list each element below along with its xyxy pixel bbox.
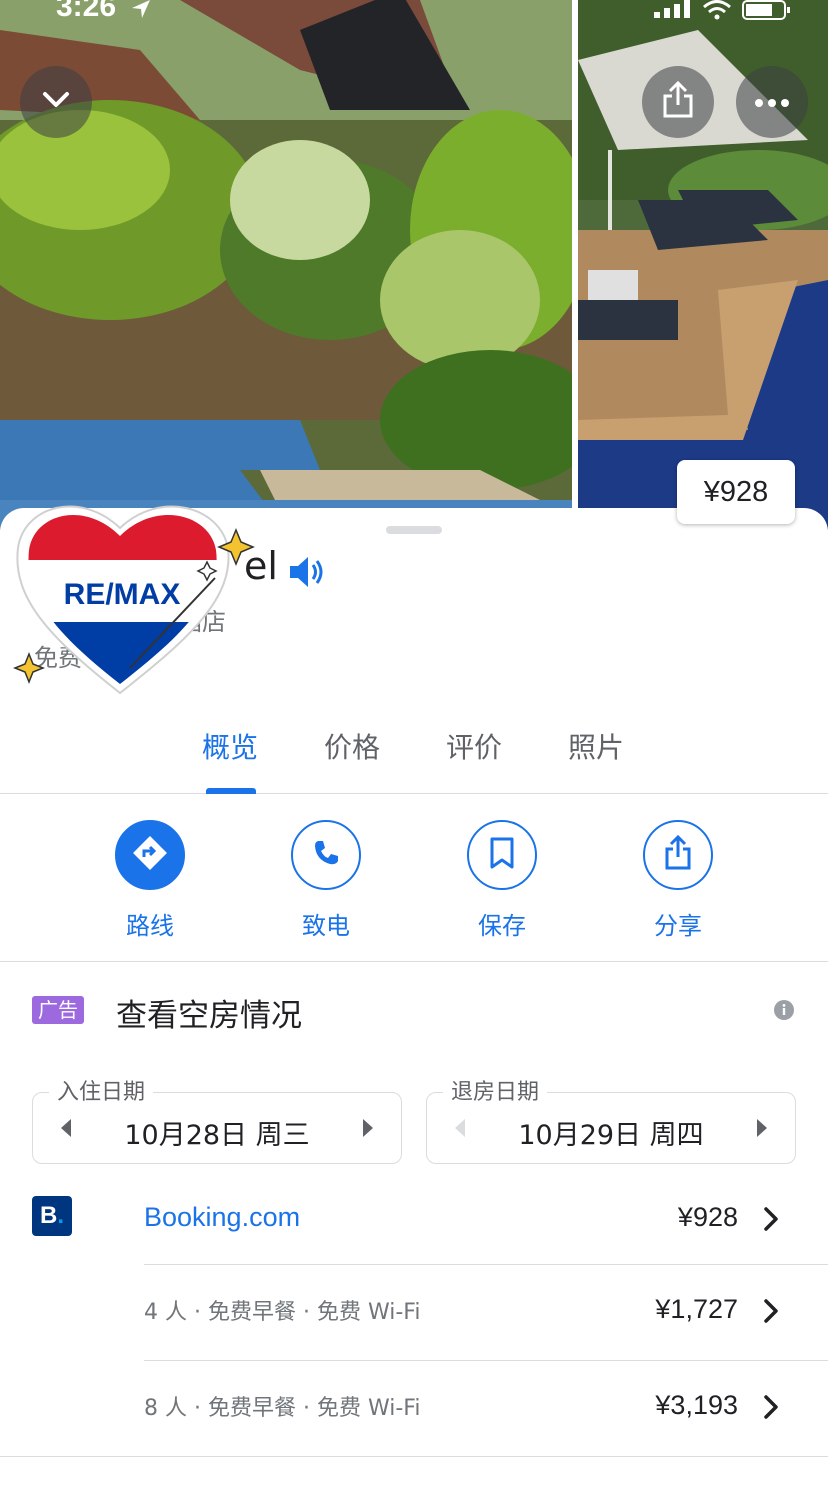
share-photo-button[interactable] <box>642 66 714 138</box>
save-label: 保存 <box>478 912 526 940</box>
checkin-next-arrow-icon[interactable] <box>363 1119 373 1137</box>
checkout-label: 退房日期 <box>443 1074 548 1106</box>
collapse-button[interactable] <box>20 66 92 138</box>
more-options-button[interactable] <box>736 66 808 138</box>
status-bar: 3:26 <box>0 0 828 30</box>
status-icons <box>654 0 792 24</box>
directions-circle[interactable] <box>115 820 185 890</box>
more-dots-icon <box>754 93 790 112</box>
chevron-right-icon <box>762 1206 780 1236</box>
photo-gallery[interactable]: 3:26 ¥928 <box>0 0 828 530</box>
place-tabs: 概览 价格 评价 照片 <box>0 700 828 794</box>
checkout-date-field[interactable]: 退房日期 10月29日 周四 <box>426 1074 796 1164</box>
call-circle[interactable] <box>291 820 361 890</box>
wifi-icon <box>702 0 732 24</box>
checkin-label: 入住日期 <box>49 1074 154 1106</box>
tab-photos[interactable]: 照片 <box>568 726 624 766</box>
offer-description: 4 人 · 免费早餐 · 免费 Wi-Fi <box>144 1300 421 1325</box>
offer-row[interactable]: Booking.com ¥928 <box>144 1202 828 1265</box>
signal-icon <box>654 0 692 22</box>
share-icon <box>663 834 693 875</box>
save-circle[interactable] <box>467 820 537 890</box>
directions-icon <box>132 835 168 875</box>
provider-name[interactable]: Booking.com <box>144 1202 300 1233</box>
offer-price: ¥3,193 <box>655 1390 738 1420</box>
chevron-right-icon <box>762 1394 780 1424</box>
availability-title: 查看空房情况 <box>116 998 302 1034</box>
info-icon[interactable] <box>774 1000 794 1024</box>
ad-badge: 广告 <box>32 996 84 1024</box>
offer-description: 8 人 · 免费早餐 · 免费 Wi-Fi <box>144 1396 421 1421</box>
bookmark-icon <box>488 836 516 874</box>
chevron-right-icon <box>762 1298 780 1328</box>
checkin-date-field[interactable]: 入住日期 10月28日 周三 <box>32 1074 402 1164</box>
chevron-down-icon <box>39 83 73 121</box>
tab-overview[interactable]: 概览 <box>202 726 258 766</box>
directions-button[interactable]: 路线 <box>90 820 210 941</box>
share-icon <box>661 80 695 123</box>
tab-reviews[interactable]: 评价 <box>446 726 502 766</box>
status-time: 3:26 <box>56 0 117 23</box>
directions-label: 路线 <box>126 912 174 940</box>
offer-row[interactable]: 4 人 · 免费早餐 · 免费 Wi-Fi ¥1,727 <box>144 1294 828 1361</box>
hotel-garden-photo[interactable] <box>0 0 572 530</box>
offer-row[interactable]: 8 人 · 免费早餐 · 免费 Wi-Fi ¥3,193 <box>144 1390 828 1450</box>
divider <box>0 1456 828 1457</box>
phone-icon <box>310 837 342 873</box>
call-button[interactable]: 致电 <box>266 820 386 941</box>
checkin-value: 10月28日 周三 <box>124 1120 310 1151</box>
share-button[interactable]: 分享 <box>618 820 738 941</box>
share-label: 分享 <box>654 912 702 940</box>
battery-icon <box>742 0 792 24</box>
action-buttons: 路线 致电 保存 分享 <box>0 794 828 962</box>
remax-heart-sticker: RE/MAX <box>10 488 260 708</box>
photo-price-chip[interactable]: ¥928 <box>677 460 795 524</box>
call-label: 致电 <box>302 912 350 940</box>
tab-prices[interactable]: 价格 <box>324 726 380 766</box>
remax-logo-text: RE/MAX <box>64 578 181 611</box>
offer-price: ¥1,727 <box>655 1294 738 1324</box>
speaker-icon[interactable] <box>286 552 326 596</box>
checkout-value: 10月29日 周四 <box>518 1120 704 1151</box>
location-arrow-icon <box>130 0 152 24</box>
share-circle[interactable] <box>643 820 713 890</box>
booking-logo: B. <box>32 1196 72 1236</box>
offer-price: ¥928 <box>677 1202 738 1232</box>
save-button[interactable]: 保存 <box>442 820 562 941</box>
sheet-grabber[interactable] <box>386 526 442 534</box>
checkout-next-arrow-icon[interactable] <box>757 1119 767 1137</box>
